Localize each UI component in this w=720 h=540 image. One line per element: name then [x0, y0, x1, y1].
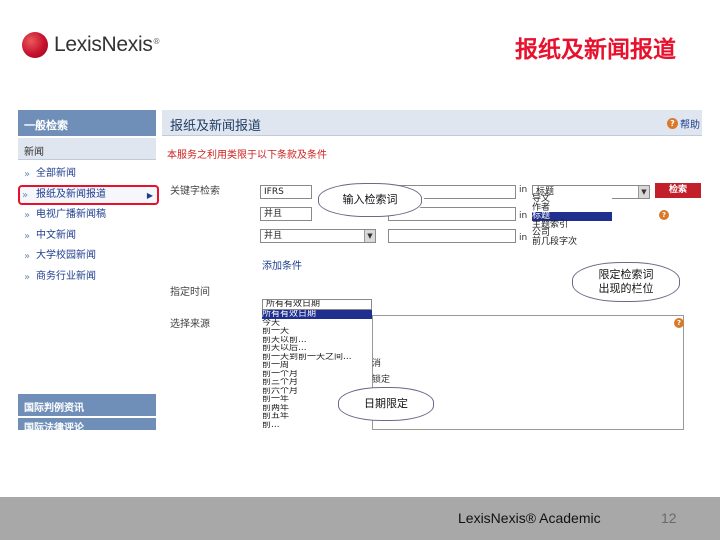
date-option[interactable]: 前天以后... — [262, 344, 372, 353]
in-label-2: in — [519, 211, 528, 221]
connector-select-2[interactable]: 并且 — [260, 207, 312, 221]
date-option[interactable]: 前... — [262, 421, 372, 430]
sidebar-item-intl-cases[interactable]: 国际判例资讯 — [18, 394, 156, 416]
footer-brand: LexisNexis® Academic — [458, 510, 601, 526]
sidebar-item-industry-news[interactable]: » 商务行业新闻 — [22, 267, 156, 288]
callout-keyword: 输入检索词 — [318, 183, 422, 217]
chevron-right-icon: ▶ — [146, 190, 153, 200]
sidebar-item-newspapers[interactable]: » 报纸及新闻报道 ▶ — [18, 184, 159, 205]
sidebar-item-label: 报纸及新闻报道 — [36, 188, 106, 200]
date-option[interactable]: 前一周 — [262, 361, 372, 370]
dropdown-arrow-icon: ▼ — [364, 230, 375, 242]
in-label-1: in — [519, 185, 528, 195]
restriction-text: 本服务之利用类限于以下条款及条件 — [167, 150, 327, 161]
date-option[interactable]: 前一天到前一天之间... — [262, 353, 372, 362]
date-label: 指定时间 — [170, 287, 210, 298]
in-label-3: in — [519, 233, 528, 243]
bullet-icon: » — [24, 271, 31, 283]
sidebar-item-label: 中文新闻 — [36, 229, 76, 241]
slide-title: 报纸及新闻报道 — [515, 37, 676, 63]
date-option-highlighted[interactable]: 所有有效日期 — [262, 310, 372, 319]
bullet-icon: » — [24, 230, 31, 242]
date-option[interactable]: 前一个月 — [262, 370, 372, 379]
sidebar-item-label: 商务行业新闻 — [36, 270, 96, 282]
sidebar-item-intl-law-review[interactable]: 国际法律评论 — [18, 418, 156, 430]
sidebar-item-label: 大学校园新闻 — [36, 250, 96, 261]
keyword-input-1[interactable]: IFRS — [260, 185, 312, 199]
logo-text: LexisNexis — [54, 33, 153, 56]
date-option[interactable]: 今天 — [262, 319, 372, 328]
date-option[interactable]: 前一天 — [262, 327, 372, 336]
lexisnexis-logo: LexisNexis ® — [22, 32, 161, 58]
sidebar-item-chinese-news[interactable]: » 中文新闻 — [22, 226, 156, 247]
sidebar-item-all-news[interactable]: » 全部新闻 — [22, 164, 156, 185]
sidebar-header[interactable]: 一般检索 — [18, 110, 156, 136]
sidebar-list: » 全部新闻 » 报纸及新闻报道 ▶ » 电视广播新闻稿 » 中文新闻 » 大学… — [18, 160, 159, 288]
bullet-icon: » — [24, 251, 31, 262]
slide-footer: LexisNexis® Academic 12 — [0, 497, 720, 540]
callout-date: 日期限定 — [338, 387, 434, 421]
source-hint-a: 消 — [372, 359, 382, 369]
help-icon: ? — [667, 118, 678, 129]
bullet-icon: » — [24, 210, 31, 221]
date-option[interactable]: 前天以前... — [262, 336, 372, 345]
date-option[interactable]: 前三个月 — [262, 378, 372, 387]
field-dropdown-list: 导文 作者 标题 主题索引 公司 前几段字次 — [532, 195, 612, 246]
sidebar: 一般检索 新闻 » 全部新闻 » 报纸及新闻报道 ▶ » 电视广播新闻稿 » 中… — [18, 110, 159, 430]
search-button[interactable]: 检索 — [655, 183, 701, 198]
source-hint-b: 锁定 — [372, 375, 391, 385]
callout-field: 限定检索词 出现的栏位 — [572, 262, 680, 302]
connector-select-3[interactable]: 并且 ▼ — [260, 229, 376, 243]
sidebar-item-label: 电视广播新闻稿 — [36, 209, 106, 220]
dropdown-arrow-icon: ▼ — [638, 186, 649, 198]
field-option[interactable]: 前几段字次 — [532, 237, 612, 247]
date-select[interactable]: 所有有效日期 — [262, 299, 372, 310]
logo-trademark: ® — [152, 36, 161, 46]
page-number: 12 — [661, 510, 677, 526]
panel-title: 报纸及新闻报道 — [162, 110, 702, 136]
sidebar-item-campus-news[interactable]: » 大学校园新闻 — [22, 246, 156, 267]
add-condition-link[interactable]: 添加条件 — [262, 257, 302, 272]
warning-icon: ? — [674, 318, 684, 328]
keyword-input-3[interactable] — [388, 229, 516, 243]
keyword-label: 关键字检索 — [170, 186, 220, 197]
help-label: 帮助 — [680, 120, 700, 131]
sidebar-item-label: 全部新闻 — [36, 168, 76, 179]
source-label: 选择来源 — [170, 319, 210, 330]
bullet-icon: » — [22, 189, 29, 201]
sidebar-item-broadcast[interactable]: » 电视广播新闻稿 — [22, 205, 156, 226]
bullet-icon: » — [24, 169, 31, 180]
connector-select-3-value: 并且 — [264, 231, 283, 241]
warning-icon: ? — [659, 210, 669, 220]
logo-mark-icon — [22, 32, 48, 58]
sidebar-subheader[interactable]: 新闻 — [18, 138, 156, 160]
help-link[interactable]: ? 帮助 — [667, 116, 700, 131]
